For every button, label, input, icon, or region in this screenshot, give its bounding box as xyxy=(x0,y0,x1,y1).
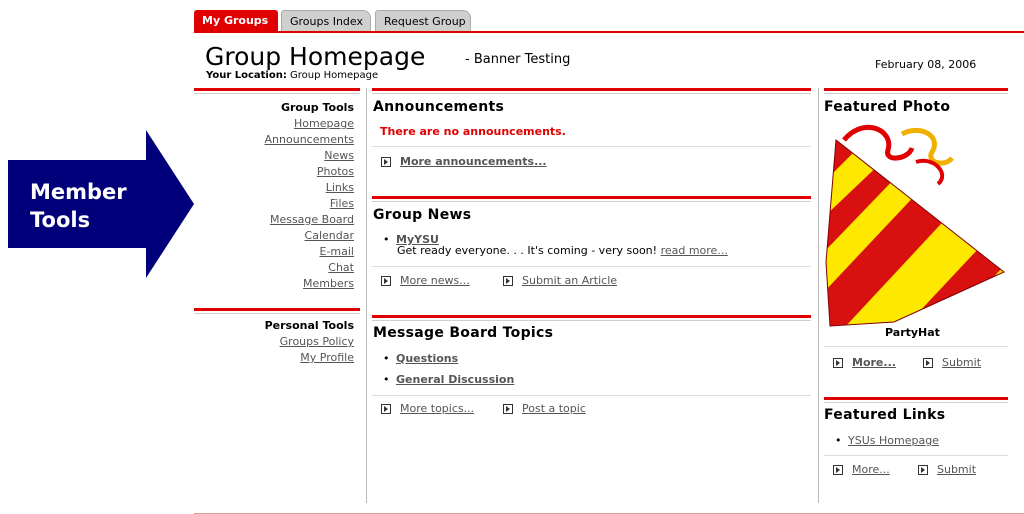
divider xyxy=(372,88,811,94)
photo-caption: PartyHat xyxy=(885,326,940,339)
featured-link-item: YSUs Homepage xyxy=(835,434,939,447)
nav-message-board[interactable]: Message Board xyxy=(270,213,354,226)
tab-groups-index[interactable]: Groups Index xyxy=(281,10,371,32)
callout-line-2: Tools xyxy=(30,208,91,232)
nav-homepage[interactable]: Homepage xyxy=(294,117,354,130)
topic-item: Questions xyxy=(383,352,458,365)
topic-general-discussion-link[interactable]: General Discussion xyxy=(396,373,514,386)
divider xyxy=(372,395,811,396)
news-item-body: Get ready everyone. . . It's coming - ve… xyxy=(397,244,658,257)
more-photos: More... xyxy=(833,356,896,369)
featured-photo-title: Featured Photo xyxy=(824,99,951,115)
more-topics-link[interactable]: More topics... xyxy=(400,402,474,415)
arrow-bullet-icon xyxy=(918,465,928,475)
nav-files[interactable]: Files xyxy=(330,197,354,210)
more-links: More... xyxy=(833,463,890,476)
member-tools-callout: Member Tools xyxy=(8,130,198,278)
nav-email[interactable]: E-mail xyxy=(320,245,355,258)
arrow-bullet-icon xyxy=(381,404,391,414)
current-date: February 08, 2006 xyxy=(875,58,977,71)
nav-groups-policy[interactable]: Groups Policy xyxy=(280,335,354,348)
arrow-bullet-icon xyxy=(923,358,933,368)
tab-request-group[interactable]: Request Group xyxy=(375,10,471,32)
tab-underline xyxy=(194,31,1024,33)
arrow-bullet-icon xyxy=(381,276,391,286)
divider xyxy=(824,455,1008,456)
divider xyxy=(372,196,811,202)
arrow-bullet-icon xyxy=(381,157,391,167)
divider xyxy=(824,346,1008,347)
post-topic-link[interactable]: Post a topic xyxy=(522,402,586,415)
submit-article-link[interactable]: Submit an Article xyxy=(522,274,617,287)
more-topics: More topics... xyxy=(381,402,474,415)
breadcrumb: Your Location: Group Homepage xyxy=(206,70,378,81)
submit-photo-link[interactable]: Submit xyxy=(942,356,981,369)
page-title: Group Homepage xyxy=(205,42,426,71)
column-divider xyxy=(818,88,819,503)
more-links-link[interactable]: More... xyxy=(852,463,890,476)
location-value: Group Homepage xyxy=(290,70,379,81)
divider xyxy=(194,88,360,94)
post-topic: Post a topic xyxy=(503,402,586,415)
tab-my-groups[interactable]: My Groups xyxy=(194,10,278,32)
divider xyxy=(372,266,811,267)
divider xyxy=(824,397,1008,403)
read-more-link[interactable]: read more... xyxy=(661,244,728,257)
nav-members[interactable]: Members xyxy=(303,277,354,290)
announcements-title: Announcements xyxy=(373,99,505,115)
divider xyxy=(372,315,811,321)
divider xyxy=(824,88,1008,94)
group-news-title: Group News xyxy=(373,207,472,223)
callout-line-1: Member xyxy=(30,180,127,204)
submit-link: Submit xyxy=(918,463,976,476)
topic-item: General Discussion xyxy=(383,373,514,386)
nav-chat[interactable]: Chat xyxy=(328,261,354,274)
submit-photo: Submit xyxy=(923,356,981,369)
submit-article: Submit an Article xyxy=(503,274,617,287)
party-hat-image[interactable] xyxy=(824,122,1008,328)
arrow-bullet-icon xyxy=(833,465,843,475)
featured-links-title: Featured Links xyxy=(824,407,946,423)
no-announcements-message: There are no announcements. xyxy=(380,125,566,138)
topic-questions-link[interactable]: Questions xyxy=(396,352,458,365)
nav-links[interactable]: Links xyxy=(326,181,354,194)
group-tools-heading: Group Tools xyxy=(280,101,354,114)
arrow-bullet-icon xyxy=(833,358,843,368)
news-item-text: Get ready everyone. . . It's coming - ve… xyxy=(397,244,728,257)
nav-announcements[interactable]: Announcements xyxy=(265,133,354,146)
more-news-link[interactable]: More news... xyxy=(400,274,470,287)
nav-news[interactable]: News xyxy=(324,149,354,162)
message-board-title: Message Board Topics xyxy=(373,325,554,341)
ysu-homepage-link[interactable]: YSUs Homepage xyxy=(848,434,939,447)
more-announcements: More announcements... xyxy=(381,155,547,168)
page-subtitle: - Banner Testing xyxy=(465,52,571,67)
more-announcements-link[interactable]: More announcements... xyxy=(400,155,547,168)
divider xyxy=(194,308,360,314)
divider xyxy=(372,146,811,147)
location-label: Your Location: xyxy=(206,70,287,81)
nav-photos[interactable]: Photos xyxy=(317,165,354,178)
personal-tools-heading: Personal Tools xyxy=(264,319,354,332)
nav-my-profile[interactable]: My Profile xyxy=(300,351,354,364)
arrow-bullet-icon xyxy=(503,404,513,414)
more-photos-link[interactable]: More... xyxy=(852,356,896,369)
arrow-bullet-icon xyxy=(503,276,513,286)
nav-calendar[interactable]: Calendar xyxy=(305,229,354,242)
column-divider xyxy=(366,88,367,503)
more-news: More news... xyxy=(381,274,470,287)
submit-link-link[interactable]: Submit xyxy=(937,463,976,476)
